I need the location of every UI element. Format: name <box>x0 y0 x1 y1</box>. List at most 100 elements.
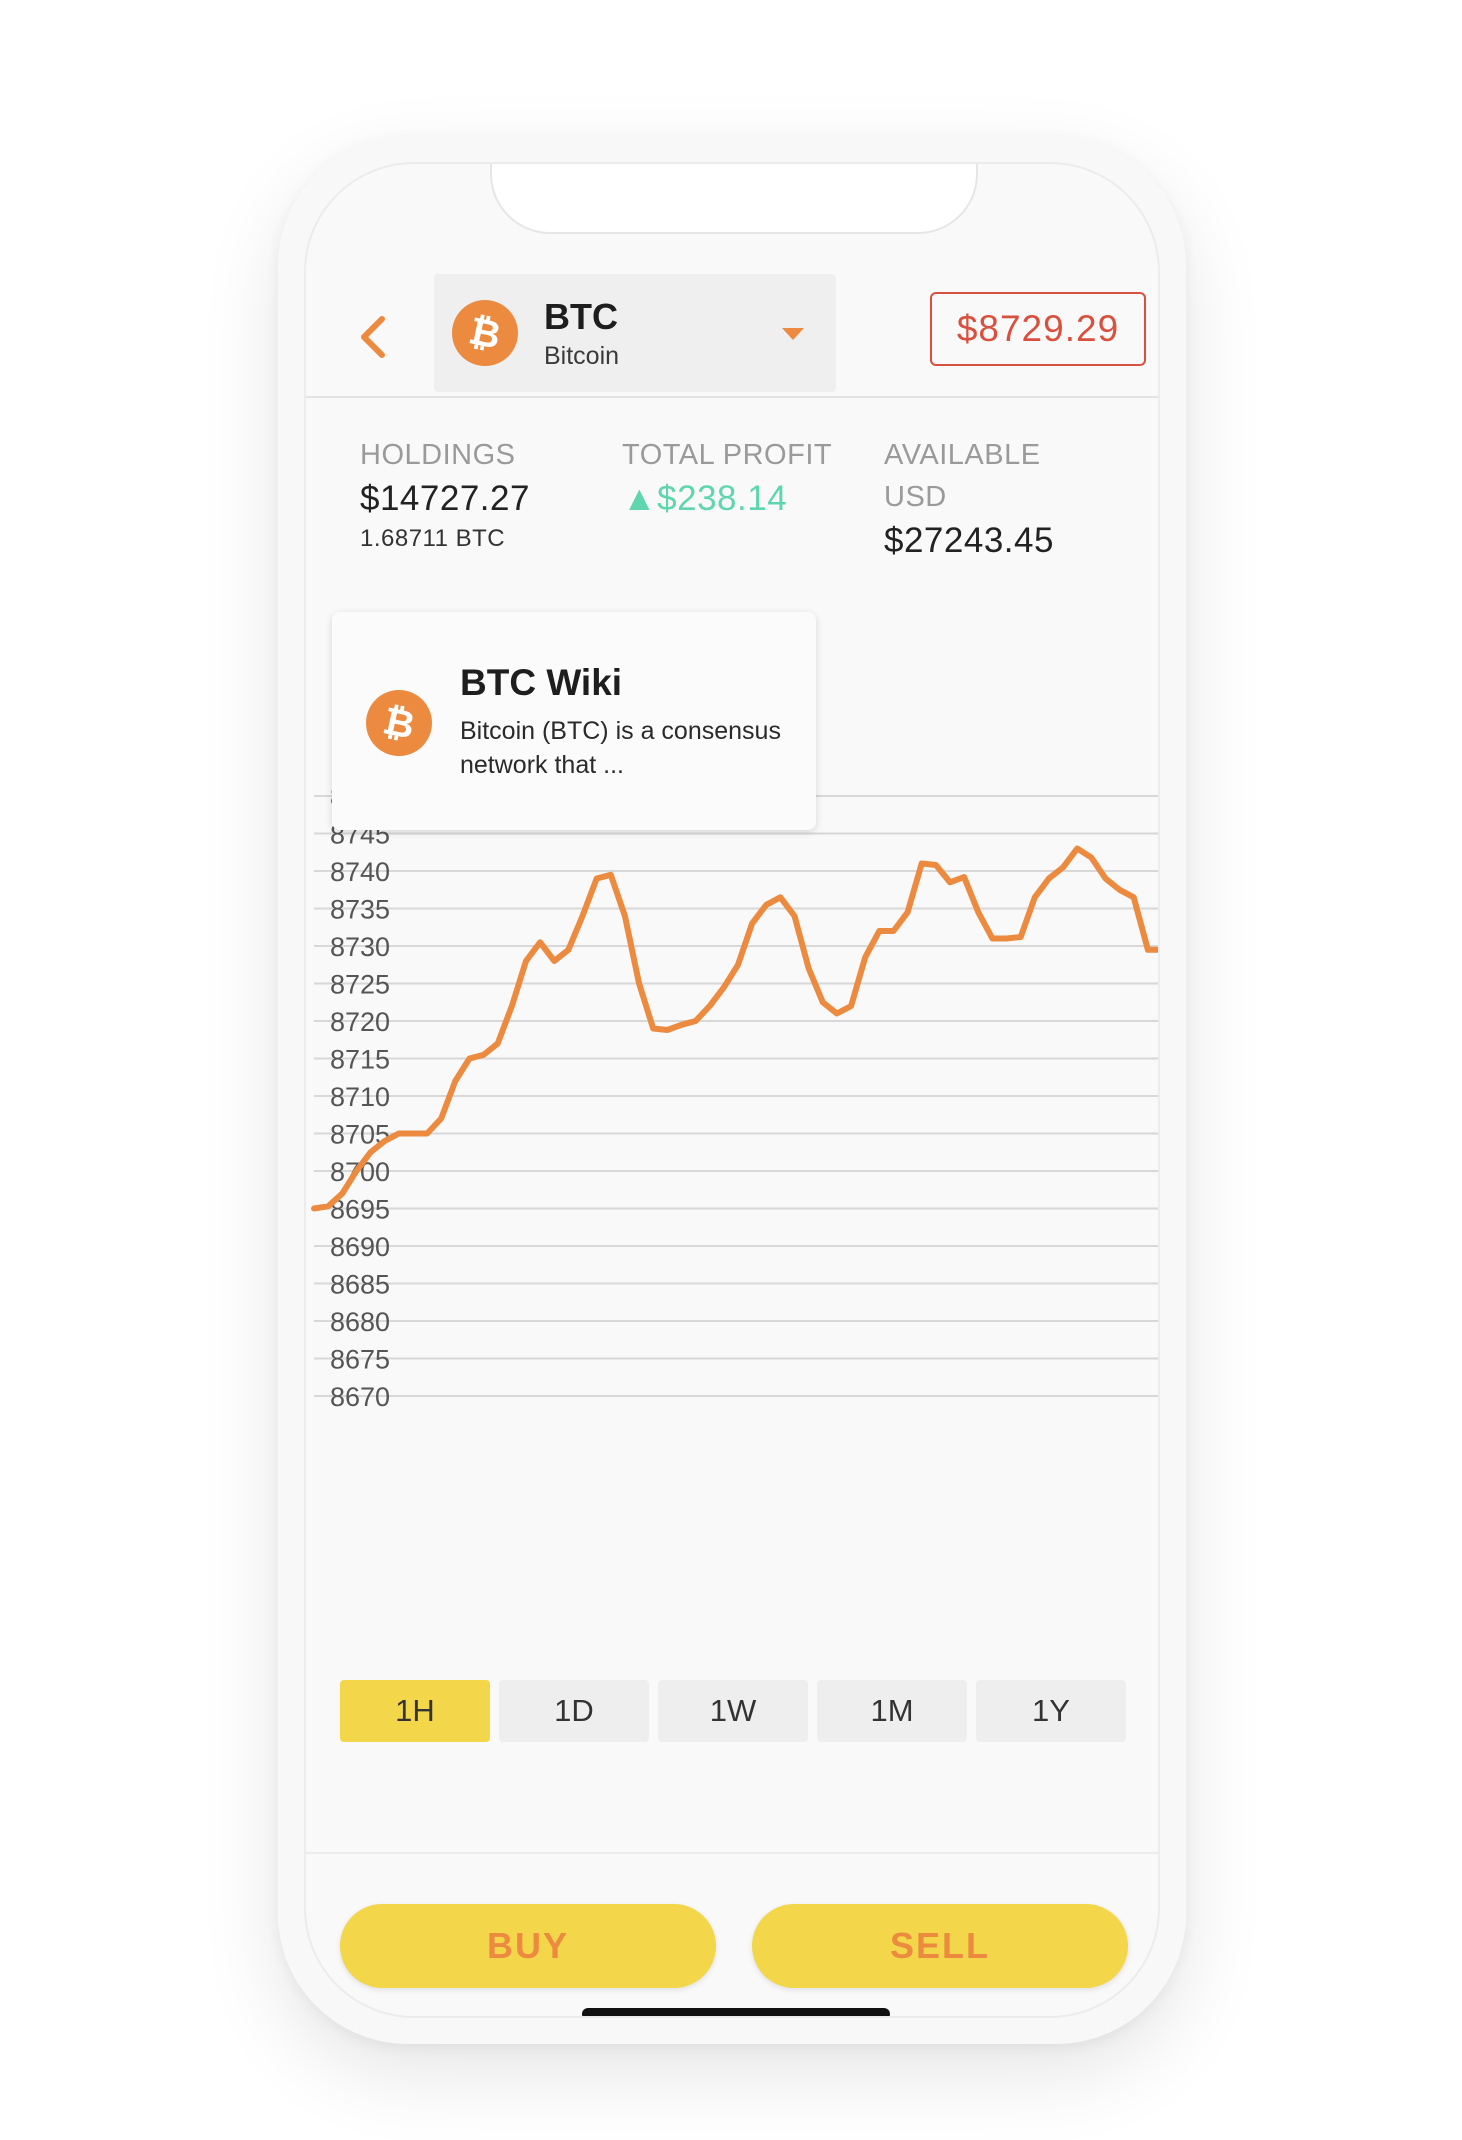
data-point <box>779 896 781 898</box>
y-tick-label: 8740 <box>330 857 390 887</box>
app-screen: ₿ BTC Bitcoin $8729.29 HOLDINGS $14727.2… <box>304 162 1160 2018</box>
data-point <box>1034 896 1036 898</box>
phone-notch <box>490 164 978 234</box>
data-point <box>1090 857 1092 858</box>
data-point <box>313 1208 315 1209</box>
price-chart: 8750874587408735873087258720871587108705… <box>311 782 1158 1412</box>
data-point <box>398 1133 400 1134</box>
data-point <box>624 915 626 917</box>
data-point <box>1076 848 1078 849</box>
sell-button[interactable]: SELL <box>752 1904 1128 1988</box>
data-point <box>723 986 725 988</box>
home-indicator <box>582 2008 890 2016</box>
data-point <box>1006 938 1007 939</box>
back-button[interactable] <box>348 304 398 370</box>
data-point <box>553 960 555 962</box>
holdings-label: HOLDINGS <box>360 439 516 471</box>
data-point <box>497 1043 499 1044</box>
data-point <box>822 1001 824 1003</box>
data-point <box>1105 878 1106 879</box>
wiki-description: Bitcoin (BTC) is a consensus network tha… <box>460 717 781 779</box>
bitcoin-icon: ₿ <box>366 690 432 756</box>
data-point <box>1133 896 1135 898</box>
data-point <box>426 1133 428 1134</box>
data-point <box>878 930 880 932</box>
data-point <box>525 960 527 962</box>
total-profit-value: ▲$238.14 <box>622 479 788 518</box>
data-point <box>370 1151 371 1153</box>
coin-symbol: BTC <box>544 296 618 337</box>
data-point <box>582 915 583 917</box>
available-usd-value: $27243.45 <box>884 521 1054 560</box>
data-point <box>1119 889 1121 891</box>
data-point <box>991 938 993 939</box>
btc-wiki-card[interactable]: ₿ BTC Wiki Bitcoin (BTC) is a consensus … <box>332 612 816 830</box>
data-point <box>1020 936 1022 938</box>
data-point <box>977 911 979 913</box>
coin-selector-dropdown[interactable]: ₿ BTC Bitcoin <box>434 274 836 392</box>
y-tick-label: 8710 <box>330 1082 390 1112</box>
data-point <box>695 1020 697 1022</box>
data-point <box>681 1024 682 1026</box>
holdings-value: $14727.27 <box>360 479 530 518</box>
buy-button[interactable]: BUY <box>340 1904 716 1988</box>
data-point <box>907 911 909 913</box>
available-label: AVAILABLE <box>884 439 1041 471</box>
tab-1m[interactable]: 1M <box>817 1680 967 1742</box>
data-point <box>921 863 923 864</box>
data-point <box>794 915 795 917</box>
tab-1y[interactable]: 1Y <box>976 1680 1126 1742</box>
data-point <box>596 878 598 879</box>
total-profit-stat: TOTAL PROFIT ▲$238.14 <box>622 434 862 522</box>
holdings-btc-amount: 1.68711 BTC <box>360 525 506 552</box>
bottom-divider <box>306 1852 1158 1854</box>
data-point <box>454 1080 456 1082</box>
y-tick-label: 8680 <box>330 1307 390 1337</box>
y-tick-label: 8690 <box>330 1232 390 1262</box>
data-point <box>949 881 951 883</box>
data-point <box>341 1193 343 1194</box>
data-point <box>850 1005 852 1007</box>
data-point <box>327 1205 329 1207</box>
wiki-title: BTC Wiki <box>460 662 623 703</box>
holdings-stat: HOLDINGS $14727.27 1.68711 BTC <box>360 434 580 556</box>
data-point <box>935 864 937 866</box>
data-point <box>440 1118 442 1119</box>
y-tick-label: 8720 <box>330 1007 390 1037</box>
y-tick-label: 8725 <box>330 970 390 1000</box>
y-tick-label: 8675 <box>330 1345 390 1375</box>
data-point <box>483 1054 485 1056</box>
available-usd-stat: AVAILABLE USD $27243.45 <box>884 434 1124 564</box>
data-point <box>836 1013 838 1014</box>
data-point <box>610 874 612 876</box>
data-point <box>666 1029 668 1031</box>
data-point <box>511 1005 513 1007</box>
data-point <box>1062 866 1064 868</box>
data-point <box>469 1058 470 1059</box>
data-point <box>751 923 753 924</box>
data-point <box>1048 878 1050 879</box>
total-profit-label: TOTAL PROFIT <box>622 439 833 471</box>
y-tick-label: 8735 <box>330 895 390 925</box>
y-tick-label: 8670 <box>330 1382 390 1412</box>
y-tick-label: 8685 <box>330 1270 390 1300</box>
data-point <box>1147 949 1149 951</box>
tab-1w[interactable]: 1W <box>658 1680 808 1742</box>
data-point <box>355 1170 357 1172</box>
price-line-series <box>311 845 1158 1212</box>
tab-1h[interactable]: 1H <box>340 1680 490 1742</box>
current-price-badge: $8729.29 <box>930 292 1146 366</box>
tab-1d[interactable]: 1D <box>499 1680 649 1742</box>
data-point <box>638 983 640 984</box>
available-usd-label: USD <box>884 481 947 513</box>
data-point <box>567 949 569 951</box>
data-point <box>652 1028 654 1029</box>
data-point <box>864 956 866 958</box>
data-point <box>709 1005 711 1007</box>
data-point <box>765 904 767 906</box>
bitcoin-icon: ₿ <box>452 300 518 366</box>
y-tick-label: 8730 <box>330 932 390 962</box>
data-point <box>893 930 894 932</box>
data-point <box>412 1133 414 1134</box>
data-point <box>737 964 739 966</box>
